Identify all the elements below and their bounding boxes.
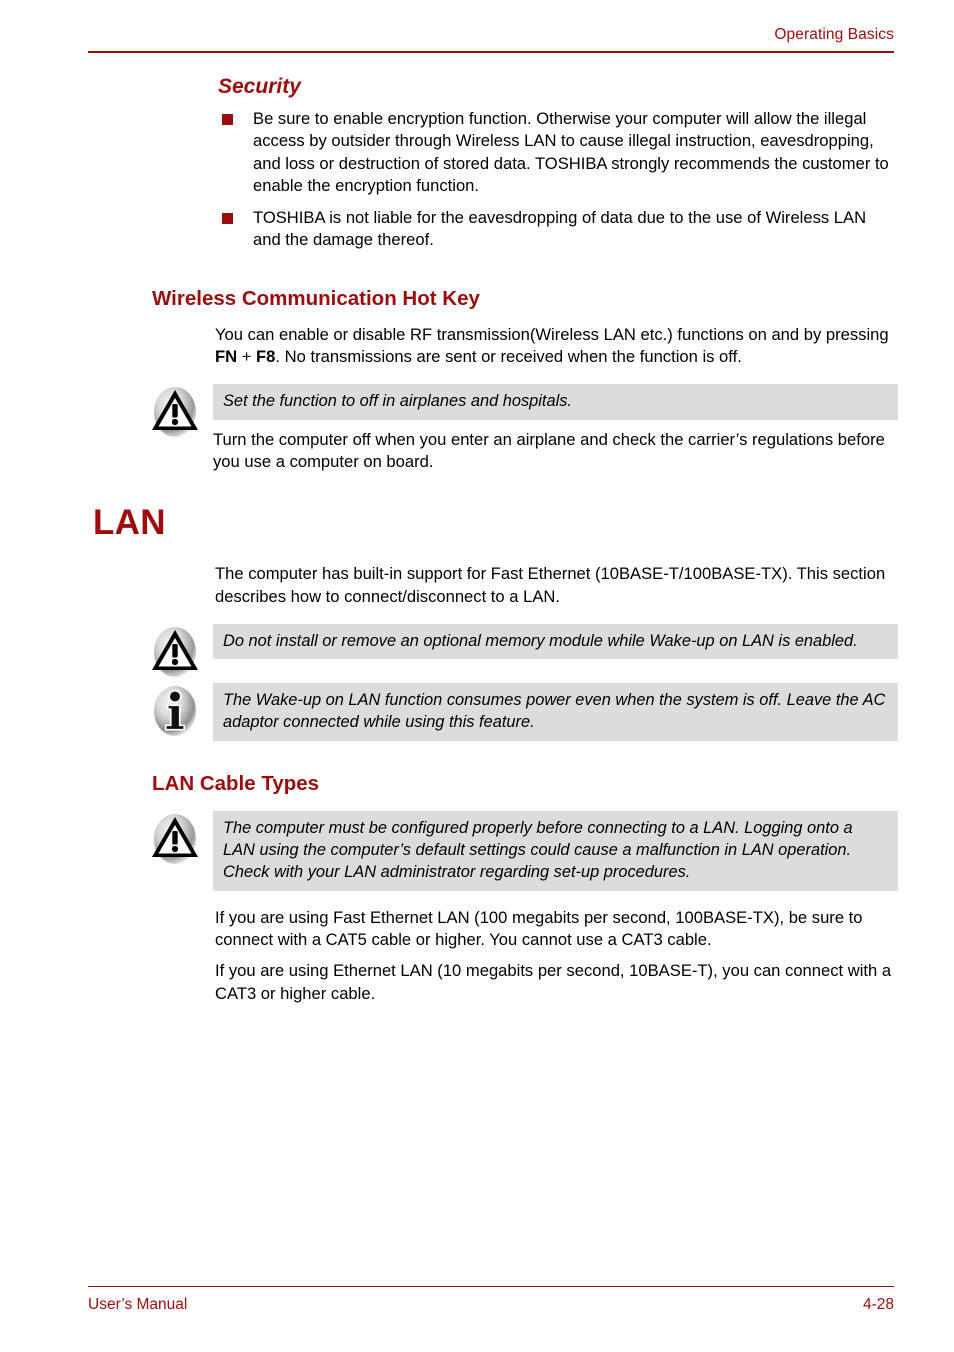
lan-intro-paragraph: The computer has built-in support for Fa… <box>215 564 886 606</box>
footer-divider <box>88 1286 894 1287</box>
key-plus: + <box>237 347 257 367</box>
caution-triangle-icon <box>148 624 204 680</box>
caution-note-body: Set the function to off in airplanes and… <box>213 384 898 420</box>
square-bullet-icon <box>222 213 233 225</box>
caution-note-body: Do not install or remove an optional mem… <box>213 623 898 660</box>
caution-note-lan-configuration: The computer must be configured properly… <box>0 810 954 891</box>
heading-wireless-communication-hot-key: Wireless Communication Hot Key <box>152 286 480 310</box>
caution-followup-text: Turn the computer off when you enter an … <box>213 429 885 471</box>
security-bullet-list: Be sure to enable encryption function. O… <box>0 108 954 252</box>
footer-row: User’s Manual 4-28 <box>88 1296 894 1314</box>
caution-note-airplanes: Set the function to off in airplanes and… <box>0 384 954 473</box>
hotkey-paragraph: You can enable or disable RF transmissio… <box>0 324 954 369</box>
page-footer: User’s Manual 4-28 <box>88 1286 894 1314</box>
caution-note-text: Do not install or remove an optional mem… <box>223 631 858 650</box>
page-content: Security Be sure to enable encryption fu… <box>0 74 954 1005</box>
footer-manual-label: User’s Manual <box>88 1296 188 1313</box>
list-item: TOSHIBA is not liable for the eavesdropp… <box>0 207 954 252</box>
caution-note-body: The computer must be configured properly… <box>213 810 898 891</box>
caution-triangle-icon <box>148 811 204 867</box>
caution-triangle-icon <box>148 384 204 440</box>
info-i-icon <box>148 683 204 739</box>
info-note-body: The Wake-up on LAN function consumes pow… <box>213 683 898 741</box>
key-fn: FN <box>215 347 238 367</box>
caution-note-text: Set the function to off in airplanes and… <box>223 392 572 411</box>
hotkey-text-part2: . No transmissions are sent or received … <box>275 347 742 367</box>
list-item: Be sure to enable encryption function. O… <box>0 108 954 197</box>
manual-page: Operating Basics Security Be sure to ena… <box>0 0 954 1352</box>
lan-cable-paragraph-1: If you are using Fast Ethernet LAN (100 … <box>215 907 863 949</box>
list-item-text: TOSHIBA is not liable for the eavesdropp… <box>253 208 867 250</box>
header-chapter-title: Operating Basics <box>774 26 894 43</box>
lan-cable-paragraph-2: If you are using Ethernet LAN (10 megabi… <box>215 961 892 1003</box>
footer-page-number: 4-28 <box>862 1296 894 1313</box>
caution-note-memory-module: Do not install or remove an optional mem… <box>0 623 954 677</box>
caution-note-text: The computer must be configured properly… <box>223 818 853 882</box>
heading-lan: LAN <box>93 503 166 543</box>
info-note-text: The Wake-up on LAN function consumes pow… <box>223 691 886 732</box>
header-divider <box>88 51 894 53</box>
info-note-wake-up-on-lan: The Wake-up on LAN function consumes pow… <box>0 683 954 741</box>
heading-lan-cable-types: LAN Cable Types <box>152 771 320 795</box>
heading-security: Security <box>218 75 301 98</box>
page-header: Operating Basics <box>88 26 894 53</box>
hotkey-text-part1: You can enable or disable RF transmissio… <box>215 324 889 344</box>
square-bullet-icon <box>222 114 233 125</box>
key-f8: F8 <box>256 347 276 367</box>
list-item-text: Be sure to enable encryption function. O… <box>253 109 889 195</box>
